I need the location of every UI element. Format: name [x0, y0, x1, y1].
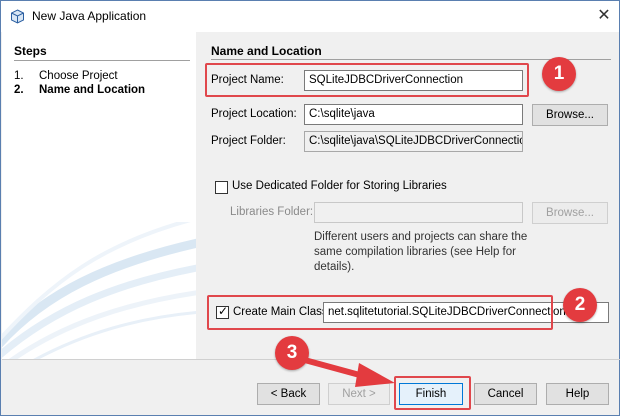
project-folder-field: C:\sqlite\java\SQLiteJDBCDriverConnectio… — [304, 131, 523, 152]
dialog-window: New Java Application ✕ Steps 1. Choose Pr… — [0, 0, 620, 416]
annotation-badge-1: 1 — [542, 57, 576, 91]
create-main-class-checkbox[interactable]: ✓ — [216, 304, 229, 319]
libraries-browse-button: Browse... — [532, 202, 608, 224]
finish-button[interactable]: Finish — [399, 383, 463, 405]
annotation-arrow-icon — [298, 356, 395, 387]
libraries-folder-label: Libraries Folder: — [230, 206, 314, 218]
decorative-swoosh-graphic — [2, 222, 196, 359]
help-button[interactable]: Help — [546, 383, 609, 405]
step-item-name-and-location: 2. Name and Location — [14, 84, 145, 96]
project-location-input[interactable]: C:\sqlite\java — [304, 104, 523, 125]
section-title: Name and Location — [211, 44, 322, 58]
cancel-button[interactable]: Cancel — [474, 383, 537, 405]
step-number: 2. — [14, 84, 24, 96]
project-location-browse-button[interactable]: Browse... — [532, 104, 608, 126]
step-label: Name and Location — [39, 84, 146, 96]
step-number: 1. — [14, 70, 24, 82]
steps-title: Steps — [14, 44, 47, 58]
libraries-folder-input — [314, 202, 523, 223]
create-main-class-label[interactable]: Create Main Class — [233, 306, 328, 318]
project-folder-label: Project Folder: — [211, 135, 286, 147]
window-title: New Java Application — [32, 9, 147, 23]
dedicated-folder-checkbox[interactable] — [215, 181, 228, 194]
java-cup-icon — [11, 9, 24, 24]
steps-panel: Steps 1. Choose Project 2. Name and Locati… — [2, 32, 196, 359]
step-item-choose-project: 1. Choose Project — [14, 70, 118, 82]
step-label: Choose Project — [39, 70, 118, 82]
checkmark-icon: ✓ — [218, 304, 229, 318]
libraries-description: Different users and projects can share t… — [314, 231, 528, 273]
project-location-label: Project Location: — [211, 108, 297, 120]
dedicated-folder-label[interactable]: Use Dedicated Folder for Storing Librari… — [232, 180, 447, 192]
project-name-input[interactable]: SQLiteJDBCDriverConnection — [304, 70, 523, 91]
steps-divider — [14, 60, 190, 61]
annotation-badge-2: 2 — [563, 288, 597, 322]
title-bar: New Java Application ✕ — [1, 1, 619, 32]
project-name-label: Project Name: — [211, 74, 284, 86]
close-icon[interactable]: ✕ — [597, 7, 611, 25]
